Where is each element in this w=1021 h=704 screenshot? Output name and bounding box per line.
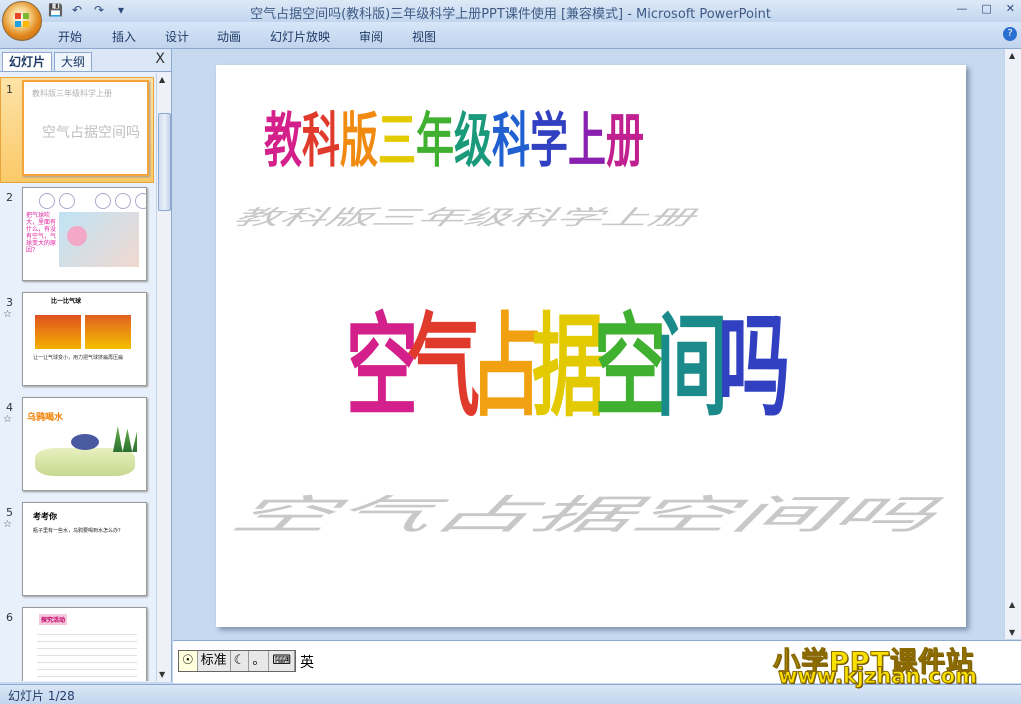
slide-number: 2	[6, 191, 13, 204]
ime-toolbar[interactable]: ☉ 标准 ☾ 。 ⌨	[178, 650, 297, 672]
title-char: 版	[340, 105, 379, 176]
title-char: 级	[454, 105, 493, 176]
tab-slides[interactable]: 幻灯片	[2, 52, 53, 71]
title-char: 科	[302, 105, 341, 176]
close-button[interactable]: ✕	[1006, 2, 1015, 15]
title-char: 吗	[718, 299, 791, 432]
slide-title: 教科版三年级科学上册	[264, 93, 644, 181]
scroll-up-icon[interactable]: ▲	[159, 75, 165, 84]
slide-number: 1	[6, 83, 13, 96]
ime-logo-icon[interactable]: ☉	[179, 651, 198, 671]
tab-animation[interactable]: 动画	[217, 28, 241, 45]
title-char: 间	[656, 299, 729, 432]
title-bar: 💾 ↶ ↷ ▾ 空气占据空间吗(教科版)三年级科学上册PPT课件使用 [兼容模式…	[0, 0, 1021, 22]
keyboard-icon[interactable]: ⌨	[269, 651, 296, 671]
slide-thumbnail-6[interactable]: 探究活动	[22, 607, 147, 681]
tab-review[interactable]: 审阅	[359, 28, 383, 45]
tab-slideshow[interactable]: 幻灯片放映	[270, 28, 330, 45]
animation-star-icon: ☆	[3, 414, 12, 425]
moon-icon[interactable]: ☾	[231, 651, 250, 671]
animation-star-icon: ☆	[3, 519, 12, 530]
slide-number: 3	[6, 296, 13, 309]
tab-view[interactable]: 视图	[412, 28, 436, 45]
thumb-title: 比一比气球	[51, 298, 82, 305]
title-char: 册	[606, 105, 645, 176]
tab-design[interactable]: 设计	[165, 28, 189, 45]
thumb-title: 探究活动	[39, 614, 68, 625]
title-char: 占	[470, 299, 543, 432]
editor-scrollbar[interactable]: ▲ ▲ ▼	[1004, 49, 1021, 639]
minimize-button[interactable]: —	[956, 2, 967, 15]
tab-insert[interactable]: 插入	[112, 28, 136, 45]
title-char: 科	[492, 105, 531, 176]
scroll-down-icon[interactable]: ▼	[159, 670, 165, 679]
ime-mode[interactable]: 标准	[198, 651, 231, 671]
title-char: 年	[416, 105, 455, 176]
thumb-title: 乌鸦喝水	[27, 413, 64, 423]
tab-home[interactable]: 开始	[58, 28, 82, 45]
ribbon-tabs: 开始 插入 设计 动画 幻灯片放映 审阅 视图 ?	[0, 22, 1021, 49]
title-char: 上	[568, 105, 607, 176]
slide-thumbnail-5[interactable]: 考考你 瓶子里有一些水，乌鸦要喝到水怎么办？	[22, 502, 147, 596]
scroll-up-icon[interactable]: ▲	[1009, 51, 1015, 60]
slide-counter: 幻灯片 1/28	[8, 689, 75, 703]
thumb-text: 瓶子里有一些水，乌鸦要喝到水怎么办？	[33, 528, 124, 534]
title-char: 气	[408, 299, 481, 432]
slide-number: 6	[6, 611, 13, 624]
title-char: 据	[532, 299, 605, 432]
scrollbar-thumb[interactable]	[158, 113, 171, 211]
thumb-title: 考考你	[33, 512, 57, 521]
punct-icon[interactable]: 。	[249, 651, 270, 671]
slide-thumbnail-1[interactable]: 教科版三年级科学上册 空气占据空间吗	[22, 80, 149, 176]
slide-thumbnail-2[interactable]: 把气球吹大，里面有什么，有没有空气，气球变大的原因？	[22, 187, 147, 281]
title-char: 空	[346, 299, 419, 432]
office-logo-icon	[15, 13, 29, 27]
title-char: 教	[264, 105, 303, 176]
maximize-button[interactable]: □	[981, 2, 991, 15]
title-char: 学	[530, 105, 569, 176]
tab-outline[interactable]: 大纲	[54, 52, 93, 71]
animation-star-icon: ☆	[3, 309, 12, 320]
thumb-subtitle: 空气占据空间吗	[42, 125, 140, 141]
next-slide-icon[interactable]: ▼	[1009, 628, 1015, 637]
title-char: 空	[594, 299, 667, 432]
slide-number: 5	[6, 506, 13, 519]
ime-label: 英	[300, 655, 314, 671]
slide-thumbnail-4[interactable]: 乌鸦喝水	[22, 397, 147, 491]
slide-canvas[interactable]: 教科版三年级科学上册 教科版三年级科学上册 空气占据空间吗 空气占据空间吗	[216, 65, 966, 627]
prev-slide-icon[interactable]: ▲	[1009, 600, 1015, 609]
thumbnail-scrollbar[interactable]: ▲ ▼	[156, 73, 171, 681]
office-button[interactable]	[2, 1, 42, 41]
title-char: 三	[378, 105, 417, 176]
slide-thumbnail-3[interactable]: 比一比气球 让一让气球变小，用力把气球挤扁再压扁	[22, 292, 147, 386]
help-icon[interactable]: ?	[1003, 27, 1017, 41]
window-title: 空气占据空间吗(教科版)三年级科学上册PPT课件使用 [兼容模式] - Micr…	[250, 7, 771, 22]
close-panel-button[interactable]: X	[155, 51, 165, 67]
slide-editor: 教科版三年级科学上册 教科版三年级科学上册 空气占据空间吗 空气占据空间吗 ▲ …	[173, 49, 1021, 639]
slides-panel: 幻灯片 大纲 X 1 教科版三年级科学上册 空气占据空间吗 2 把气球吹大，里面…	[0, 49, 172, 682]
slide-main-title: 空气占据空间吗	[346, 275, 790, 465]
thumb-text: 把气球吹大，里面有什么，有没有空气，气球变大的原因？	[26, 212, 57, 254]
slide-thumbnails: 1 教科版三年级科学上册 空气占据空间吗 2 把气球吹大，里面有什么，有没有空气…	[0, 73, 156, 681]
slide-number: 4	[6, 401, 13, 414]
watermark-url: www.kjzhan.com	[777, 664, 978, 689]
thumb-title: 教科版三年级科学上册	[32, 89, 112, 98]
thumb-text: 让一让气球变小，用力把气球挤扁再压扁	[33, 355, 124, 361]
